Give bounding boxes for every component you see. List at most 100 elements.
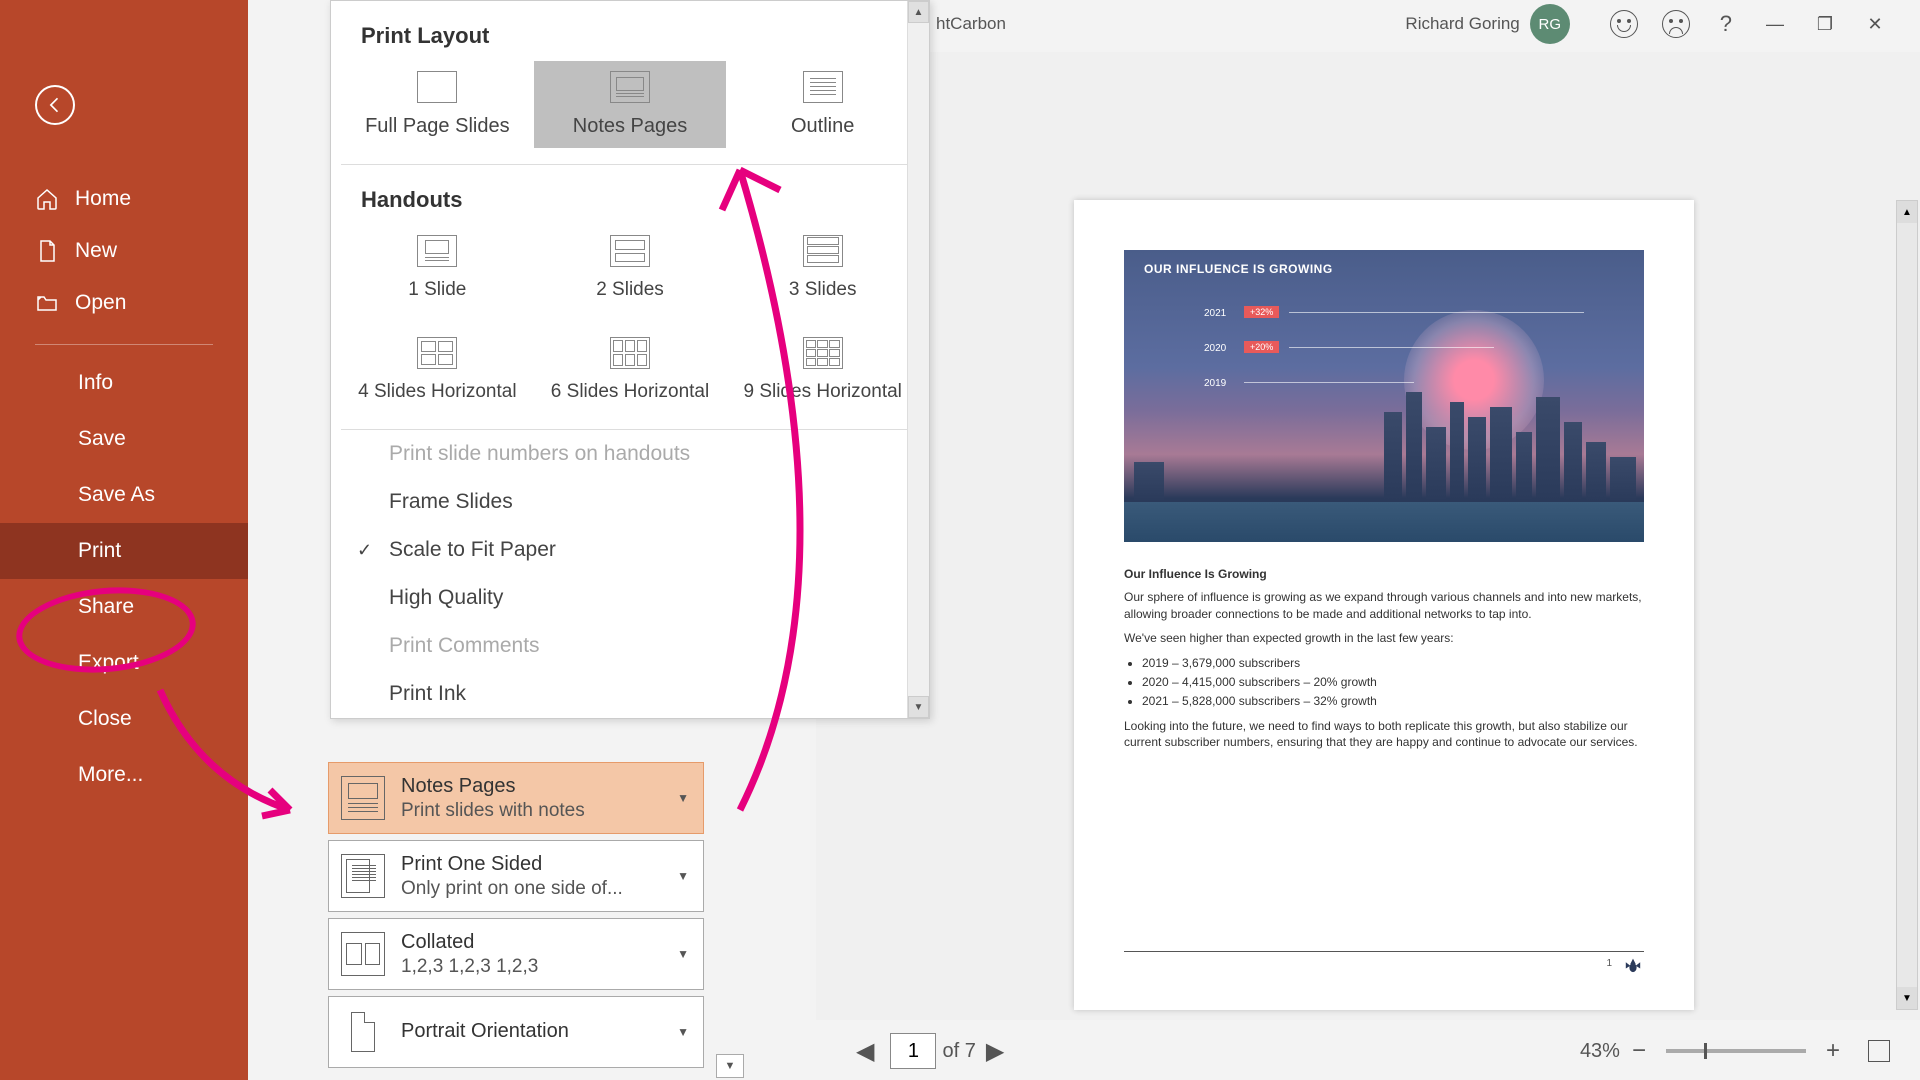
nav-home[interactable]: Home	[0, 173, 248, 225]
full-page-icon	[417, 71, 457, 103]
handout-2-icon	[610, 235, 650, 267]
chevron-down-icon: ▼	[677, 1025, 689, 1039]
preview-scrollbar[interactable]: ▲ ▼	[1896, 200, 1918, 1010]
option-3-slides[interactable]: 3 Slides	[726, 225, 919, 311]
nav-save[interactable]: Save	[0, 411, 248, 467]
outline-icon	[803, 71, 843, 103]
close-window-button[interactable]: ✕	[1850, 14, 1900, 35]
nav-save-as[interactable]: Save As	[0, 467, 248, 523]
option-1-slide[interactable]: 1 Slide	[341, 225, 534, 311]
option-label: Notes Pages	[573, 115, 688, 137]
notes-paragraph: Looking into the future, we need to find…	[1124, 718, 1644, 752]
slide-year-2020: 2020	[1204, 343, 1226, 354]
option-label: 6 Slides Horizontal	[551, 381, 709, 402]
nav-open[interactable]: Open	[0, 277, 248, 329]
setting-collated-dropdown[interactable]: Collated 1,2,3 1,2,3 1,2,3 ▼	[328, 918, 704, 990]
handout-6-icon	[610, 337, 650, 369]
scroll-up-icon[interactable]: ▲	[1897, 201, 1917, 223]
page-number-input[interactable]	[890, 1033, 936, 1069]
setting-title: Notes Pages	[401, 775, 691, 798]
notes-bullet: 2021 – 5,828,000 subscribers – 32% growt…	[1142, 693, 1644, 710]
notes-title: Our Influence Is Growing	[1124, 566, 1644, 583]
handout-3-icon	[803, 235, 843, 267]
option-print-ink[interactable]: Print Ink	[331, 670, 929, 718]
notes-bullet: 2020 – 4,415,000 subscribers – 20% growt…	[1142, 674, 1644, 691]
option-label: 4 Slides Horizontal	[358, 381, 516, 402]
setting-title: Collated	[401, 931, 691, 954]
preview-page: OUR INFLUENCE IS GROWING 2021 +32% 2020 …	[1074, 200, 1694, 1010]
nav-print[interactable]: Print	[0, 523, 248, 579]
zoom-slider[interactable]	[1666, 1049, 1806, 1053]
scroll-down-icon[interactable]: ▼	[1897, 987, 1917, 1009]
slide-water	[1124, 502, 1644, 542]
preview-bottom-bar: ◀ of 7 ▶ 43% − +	[816, 1022, 1920, 1080]
slide-badge-2020: +20%	[1244, 341, 1279, 353]
zoom-out-button[interactable]: −	[1632, 1037, 1646, 1065]
option-label: 9 Slides Horizontal	[743, 381, 901, 402]
notes-pages-icon	[341, 776, 385, 820]
slide-skyline	[1124, 382, 1644, 502]
notes-bullet: 2019 – 3,679,000 subscribers	[1142, 655, 1644, 672]
setting-layout-dropdown[interactable]: Notes Pages Print slides with notes ▼	[328, 762, 704, 834]
setting-subtitle: 1,2,3 1,2,3 1,2,3	[401, 956, 691, 978]
notes-paragraph: We've seen higher than expected growth i…	[1124, 630, 1644, 647]
slide-title-text: OUR INFLUENCE IS GROWING	[1144, 262, 1333, 276]
feedback-sad-icon[interactable]	[1662, 10, 1690, 38]
option-full-page-slides[interactable]: Full Page Slides	[341, 61, 534, 148]
nav-info[interactable]: Info	[0, 355, 248, 411]
document-title-fragment: htCarbon	[936, 14, 1006, 34]
option-frame-slides[interactable]: Frame Slides	[331, 478, 929, 526]
settings-expand-button[interactable]: ▼	[716, 1054, 744, 1078]
one-sided-icon	[341, 854, 385, 898]
option-9-slides-h[interactable]: 9 Slides Horizontal	[726, 327, 919, 413]
setting-orientation-dropdown[interactable]: Portrait Orientation ▼	[328, 996, 704, 1068]
slide-line	[1289, 312, 1584, 313]
back-button[interactable]	[35, 85, 75, 125]
setting-subtitle: Only print on one side of...	[401, 878, 691, 900]
option-2-slides[interactable]: 2 Slides	[534, 225, 727, 311]
fit-to-window-button[interactable]	[1868, 1040, 1890, 1062]
option-label: 1 Slide	[408, 279, 466, 300]
next-page-button[interactable]: ▶	[986, 1037, 1004, 1066]
checkmark-icon: ✓	[357, 540, 372, 561]
help-button[interactable]: ?	[1720, 11, 1732, 37]
feedback-happy-icon[interactable]	[1610, 10, 1638, 38]
scroll-up-icon[interactable]: ▲	[908, 1, 929, 23]
zoom-in-button[interactable]: +	[1826, 1037, 1840, 1065]
nav-divider	[35, 344, 213, 345]
chevron-down-icon: ▼	[677, 869, 689, 883]
nav-more[interactable]: More...	[0, 747, 248, 803]
layout-dropdown-menu: ▲ ▼ Print Layout Full Page Slides Notes …	[330, 0, 930, 719]
page-number: 1	[1606, 958, 1612, 969]
print-preview-area: OUR INFLUENCE IS GROWING 2021 +32% 2020 …	[816, 52, 1920, 1020]
nav-new[interactable]: New	[0, 225, 248, 277]
zoom-percent-label: 43%	[1580, 1040, 1620, 1063]
backstage-sidebar: Home New Open Info Save Save As Print Sh…	[0, 0, 248, 1080]
option-scale-to-fit[interactable]: ✓Scale to Fit Paper	[331, 526, 929, 574]
nav-export[interactable]: Export	[0, 635, 248, 691]
setting-sided-dropdown[interactable]: Print One Sided Only print on one side o…	[328, 840, 704, 912]
print-settings-column: Notes Pages Print slides with notes ▼ Pr…	[328, 762, 704, 1074]
handout-9-icon	[803, 337, 843, 369]
zoom-slider-thumb[interactable]	[1704, 1043, 1707, 1059]
option-notes-pages[interactable]: Notes Pages	[534, 61, 727, 148]
portrait-icon	[341, 1010, 385, 1054]
nav-share[interactable]: Share	[0, 579, 248, 635]
option-label: 2 Slides	[596, 279, 664, 300]
user-avatar[interactable]: RG	[1530, 4, 1570, 44]
section-handouts: Handouts	[331, 165, 929, 225]
slide-line	[1289, 347, 1494, 348]
footer-logo-icon	[1622, 955, 1644, 973]
option-4-slides-h[interactable]: 4 Slides Horizontal	[341, 327, 534, 413]
option-high-quality[interactable]: High Quality	[331, 574, 929, 622]
handout-4-icon	[417, 337, 457, 369]
nav-close[interactable]: Close	[0, 691, 248, 747]
chevron-down-icon: ▼	[677, 947, 689, 961]
minimize-button[interactable]: —	[1750, 14, 1800, 35]
prev-page-button[interactable]: ◀	[856, 1037, 874, 1066]
slide-year-2021: 2021	[1204, 308, 1226, 319]
option-outline[interactable]: Outline	[726, 61, 919, 148]
option-6-slides-h[interactable]: 6 Slides Horizontal	[534, 327, 727, 413]
page-total-label: of 7	[942, 1040, 975, 1063]
restore-button[interactable]: ❐	[1800, 14, 1850, 35]
